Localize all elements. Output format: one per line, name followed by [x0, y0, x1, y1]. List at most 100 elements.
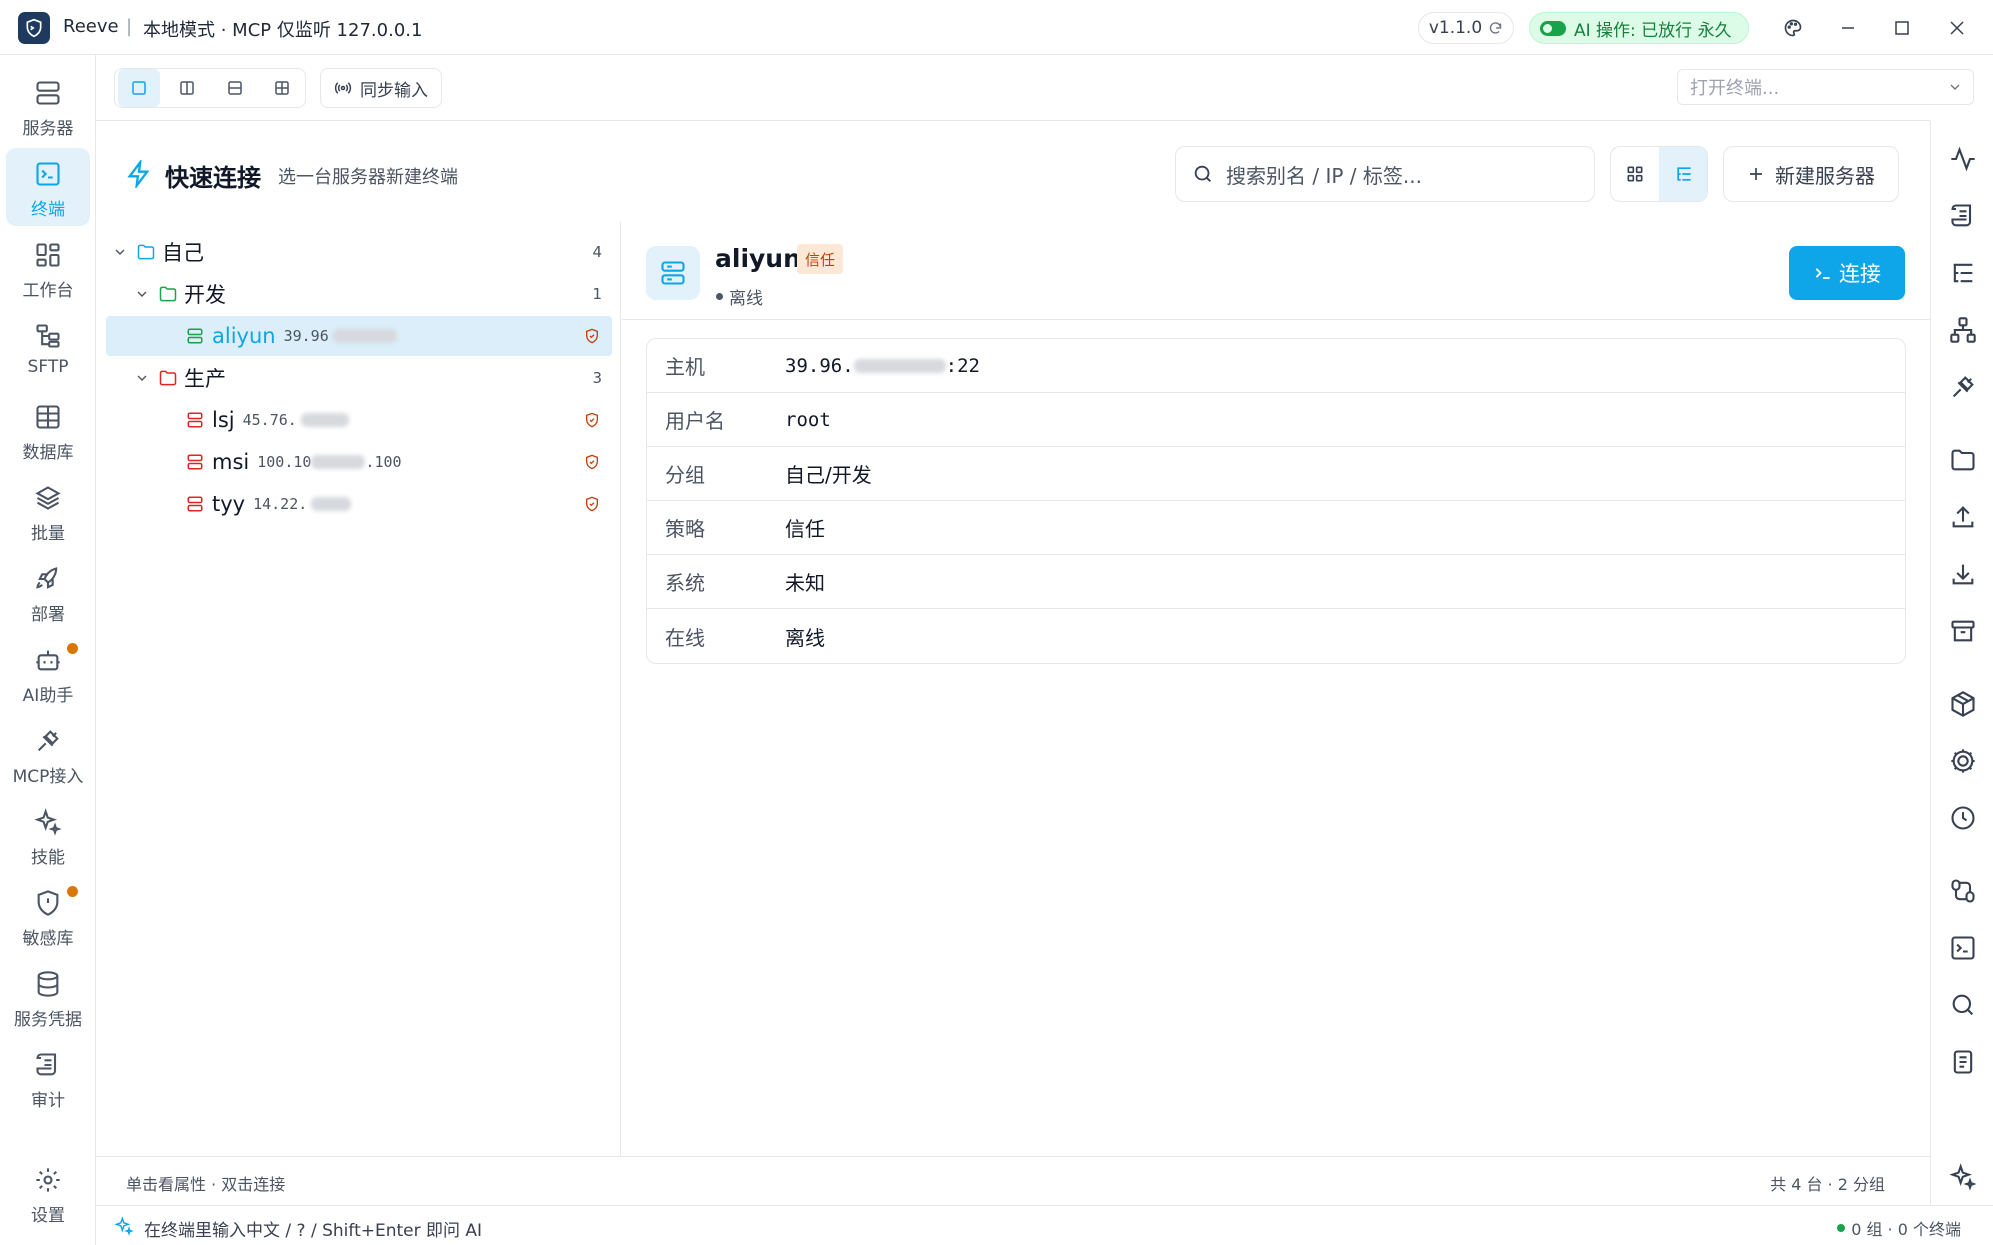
server-alias: msi	[212, 450, 250, 474]
list-tree-icon[interactable]	[1949, 259, 1977, 287]
sync-input-button[interactable]: 同步输入	[320, 68, 442, 108]
shield-check-icon	[586, 496, 598, 512]
tree-group-count: 4	[592, 243, 602, 261]
folder-icon	[159, 286, 177, 302]
minimize-button[interactable]	[1831, 12, 1865, 44]
tree-group-count: 3	[592, 369, 602, 387]
layout-grid-button[interactable]	[261, 69, 303, 107]
connect-label: 连接	[1839, 262, 1881, 286]
package-icon[interactable]	[1949, 690, 1977, 718]
tree-server-tyy[interactable]: tyy 14.22.	[106, 484, 612, 524]
sidebar-item-credentials[interactable]: 服务凭据	[6, 958, 90, 1036]
archive-icon[interactable]	[1949, 617, 1977, 645]
clock-icon[interactable]	[1949, 804, 1977, 832]
tree-server-lsj[interactable]: lsj 45.76.	[106, 400, 612, 440]
ai-status-pill[interactable]: AI 操作: 已放行 永久	[1529, 12, 1749, 44]
new-server-button[interactable]: 新建服务器	[1723, 146, 1899, 202]
sidebar-item-database[interactable]: 数据库	[6, 391, 90, 469]
footer-summary: 共 4 台 · 2 分组	[1770, 1175, 1885, 1194]
layout-columns-button[interactable]	[166, 69, 208, 107]
sidebar-item-audit[interactable]: 审计	[6, 1039, 90, 1117]
maximize-button[interactable]	[1885, 12, 1919, 44]
download-icon[interactable]	[1949, 560, 1977, 588]
sidebar-item-settings[interactable]: 设置	[6, 1154, 90, 1232]
server-icon	[661, 261, 685, 285]
scroll-icon[interactable]	[1949, 202, 1977, 230]
cog-icon[interactable]	[1949, 747, 1977, 775]
server-ip: 14.22.	[253, 495, 308, 513]
notebook-icon[interactable]	[1949, 1048, 1977, 1076]
lightning-icon	[127, 160, 150, 188]
property-value: 离线	[785, 625, 825, 650]
sidebar-item-deploy[interactable]: 部署	[6, 553, 90, 631]
search-placeholder: 搜索别名 / IP / 标签...	[1226, 163, 1422, 188]
network-icon[interactable]	[1949, 316, 1977, 344]
layout-rows-button[interactable]	[214, 69, 256, 107]
toggle-icon	[1540, 20, 1566, 36]
sidebar-item-sftp[interactable]: SFTP	[6, 310, 90, 388]
sidebar-item-label: 部署	[31, 605, 65, 625]
right-toolbar	[1930, 121, 1993, 1245]
redacted-ip	[853, 359, 946, 373]
property-row-policy: 策略 信任	[647, 501, 1905, 555]
sidebar-item-terminal[interactable]: 终端	[6, 148, 90, 226]
sidebar-item-label: SFTP	[27, 357, 69, 377]
server-ip: 100.10	[257, 453, 312, 471]
property-key: 在线	[665, 625, 705, 650]
sidebar-item-label: 技能	[31, 848, 65, 868]
left-sidebar: 服务器 终端 工作台 SFTP 数据库 批量 部署 AI助手 MCP接入 技能 …	[0, 55, 96, 1245]
version-pill[interactable]: v1.1.0	[1418, 12, 1514, 44]
route-icon[interactable]	[1949, 877, 1977, 905]
plug-icon[interactable]	[1949, 373, 1977, 401]
tree-group-count: 1	[592, 285, 602, 303]
sidebar-item-mcp[interactable]: MCP接入	[6, 715, 90, 793]
tree-group-dev[interactable]: 开发 1	[106, 274, 612, 314]
terminal-icon[interactable]	[1949, 934, 1977, 962]
server-icon	[187, 412, 203, 428]
redacted-ip	[311, 497, 352, 511]
tree-group-root[interactable]: 自己 4	[106, 232, 612, 272]
columns-icon	[180, 81, 194, 95]
tree-view-button[interactable]	[1659, 147, 1707, 201]
server-properties: 主机 39.96.:22 用户名 root 分组 自己/开发 策略 信任 系统 …	[646, 338, 1906, 664]
tree-server-aliyun[interactable]: aliyun 39.96	[106, 316, 612, 356]
search-icon[interactable]	[1949, 991, 1977, 1019]
activity-icon[interactable]	[1949, 145, 1977, 173]
sidebar-item-label: 敏感库	[22, 929, 74, 949]
tree-group-prod[interactable]: 生产 3	[106, 358, 612, 398]
folder-icon	[159, 370, 177, 386]
upload-icon[interactable]	[1949, 503, 1977, 531]
status-bar: 在终端里输入中文 / ? / Shift+Enter 即问 AI 0 组 · 0…	[96, 1205, 1993, 1245]
chevron-down-icon	[137, 291, 147, 297]
server-ip: 39.96	[283, 327, 329, 345]
sidebar-item-skills[interactable]: 技能	[6, 796, 90, 874]
sidebar-item-workbench[interactable]: 工作台	[6, 229, 90, 307]
sidebar-item-batch[interactable]: 批量	[6, 472, 90, 550]
server-search[interactable]: 搜索别名 / IP / 标签...	[1175, 146, 1595, 202]
ai-hint: 在终端里输入中文 / ? / Shift+Enter 即问 AI	[144, 1221, 483, 1241]
redacted-ip	[300, 413, 349, 427]
shield-alert-icon	[37, 890, 59, 916]
grid-view-button[interactable]	[1611, 147, 1659, 201]
property-row-host: 主机 39.96.:22	[647, 339, 1905, 393]
close-button[interactable]	[1940, 12, 1974, 44]
sidebar-item-servers[interactable]: 服务器	[6, 67, 90, 145]
shield-check-icon	[586, 328, 598, 344]
square-icon	[132, 81, 146, 95]
sync-input-label: 同步输入	[360, 80, 428, 101]
trust-badge: 信任	[797, 244, 844, 274]
sidebar-item-label: MCP接入	[12, 767, 84, 787]
open-terminal-select[interactable]: 打开终端...	[1677, 69, 1974, 105]
sidebar-item-label: 审计	[31, 1091, 65, 1111]
layout-single-button[interactable]	[118, 69, 160, 107]
rocket-icon	[36, 567, 58, 589]
folder-icon[interactable]	[1949, 446, 1977, 474]
sparkles-icon[interactable]	[1949, 1163, 1977, 1191]
grid-icon	[275, 81, 289, 95]
tree-server-msi[interactable]: msi 100.10 .100	[106, 442, 612, 482]
plug-icon	[37, 730, 59, 752]
server-ip-suffix: .100	[365, 453, 402, 471]
sidebar-item-label: 工作台	[22, 281, 74, 301]
connect-button[interactable]: 连接	[1789, 246, 1905, 300]
palette-icon[interactable]	[1776, 12, 1810, 44]
